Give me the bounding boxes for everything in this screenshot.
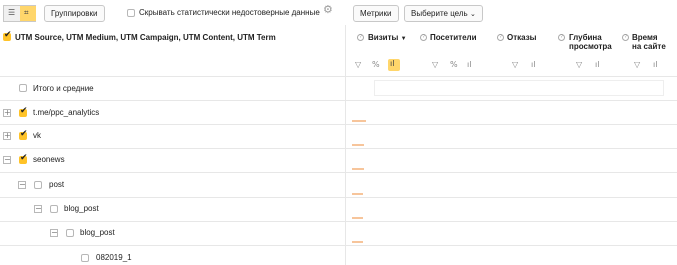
sort-desc-icon: ▼ xyxy=(400,36,407,42)
bar-chart-icon[interactable]: ıl xyxy=(531,60,535,70)
list-icon: ☰ xyxy=(8,8,16,17)
row-checkbox[interactable] xyxy=(34,181,42,189)
row-checkbox[interactable] xyxy=(81,254,89,262)
row-checkbox[interactable] xyxy=(19,106,28,117)
choose-goal-label: Выберите цель xyxy=(411,9,468,18)
totals-checkbox[interactable] xyxy=(19,84,27,92)
column-divider xyxy=(345,25,346,265)
row-label[interactable]: blog_post xyxy=(64,204,99,213)
collapse-toggle[interactable]: − xyxy=(3,156,11,164)
bar-chart-icon[interactable]: ıl xyxy=(595,60,599,70)
chart-toggle-active[interactable]: ıl xyxy=(388,59,400,71)
row-label[interactable]: 082019_1 xyxy=(96,253,132,262)
column-header-visits[interactable]: Визиты ▼ xyxy=(368,33,407,44)
tree-icon: ⌗ xyxy=(24,8,29,17)
visits-bar xyxy=(352,120,366,122)
filter-icon[interactable]: ▽ xyxy=(355,60,361,70)
percent-icon[interactable]: % xyxy=(372,60,380,70)
row-divider xyxy=(0,124,677,125)
help-icon[interactable]: ? xyxy=(558,34,565,41)
row-divider xyxy=(0,148,677,149)
hide-unreliable-label: Скрывать статистически недостоверные дан… xyxy=(139,8,320,17)
gear-icon[interactable]: ⚙ xyxy=(323,4,333,15)
drilldown-view-button[interactable]: ⌗ xyxy=(20,6,36,21)
row-checkbox[interactable] xyxy=(19,153,28,164)
column-header-visitors[interactable]: Посетители xyxy=(430,33,477,42)
header-divider xyxy=(0,76,677,77)
percent-icon[interactable]: % xyxy=(450,60,458,70)
row-divider xyxy=(0,221,677,222)
hide-unreliable-checkbox[interactable] xyxy=(127,9,135,17)
table-view-button[interactable]: ☰ xyxy=(4,6,20,21)
filter-icon[interactable]: ▽ xyxy=(432,60,438,70)
row-label[interactable]: post xyxy=(49,180,64,189)
bar-chart-icon[interactable]: ıl xyxy=(653,60,657,70)
row-label[interactable]: seonews xyxy=(33,155,65,164)
row-divider xyxy=(0,197,677,198)
row-checkbox[interactable] xyxy=(66,229,74,237)
row-label[interactable]: t.me/ppc_analytics xyxy=(33,108,99,117)
row-label[interactable]: blog_post xyxy=(80,228,115,237)
column-header-depth[interactable]: Глубина просмотра xyxy=(569,33,612,51)
filter-icon[interactable]: ▽ xyxy=(512,60,518,70)
row-checkbox[interactable] xyxy=(19,129,28,140)
collapse-toggle[interactable]: − xyxy=(34,205,42,213)
visits-bar xyxy=(352,241,363,243)
row-label[interactable]: vk xyxy=(33,131,41,140)
visits-bar xyxy=(352,168,364,170)
column-header-time[interactable]: Время на сайте xyxy=(632,33,666,51)
filter-icon[interactable]: ▽ xyxy=(576,60,582,70)
help-icon[interactable]: ? xyxy=(420,34,427,41)
help-icon[interactable]: ? xyxy=(622,34,629,41)
bar-chart-icon: ıl xyxy=(390,59,395,68)
collapse-toggle[interactable]: − xyxy=(50,229,58,237)
row-divider xyxy=(0,245,677,246)
expand-toggle[interactable]: + xyxy=(3,132,11,140)
row-divider xyxy=(0,100,677,101)
visits-bar xyxy=(352,193,363,195)
choose-goal-dropdown[interactable]: Выберите цель ⌄ xyxy=(404,5,483,22)
collapse-toggle[interactable]: − xyxy=(18,181,26,189)
row-divider xyxy=(0,172,677,173)
row-checkbox[interactable] xyxy=(50,205,58,213)
groupings-button[interactable]: Группировки xyxy=(44,5,105,22)
expand-toggle[interactable]: + xyxy=(3,109,11,117)
dimension-select-all-checkbox[interactable] xyxy=(3,30,12,41)
totals-value-cell xyxy=(374,80,664,96)
visits-bar xyxy=(352,217,363,219)
chevron-down-icon: ⌄ xyxy=(469,10,476,18)
filter-icon[interactable]: ▽ xyxy=(634,60,640,70)
metrics-button[interactable]: Метрики xyxy=(353,5,399,22)
dimension-header[interactable]: UTM Source, UTM Medium, UTM Campaign, UT… xyxy=(15,33,276,42)
bar-chart-icon[interactable]: ıl xyxy=(467,60,471,70)
help-icon[interactable]: ? xyxy=(497,34,504,41)
totals-label: Итого и средние xyxy=(33,84,94,93)
visits-bar xyxy=(352,144,364,146)
help-icon[interactable]: ? xyxy=(357,34,364,41)
view-mode-toggle: ☰ ⌗ xyxy=(3,5,36,22)
column-header-bounces[interactable]: Отказы xyxy=(507,33,537,42)
